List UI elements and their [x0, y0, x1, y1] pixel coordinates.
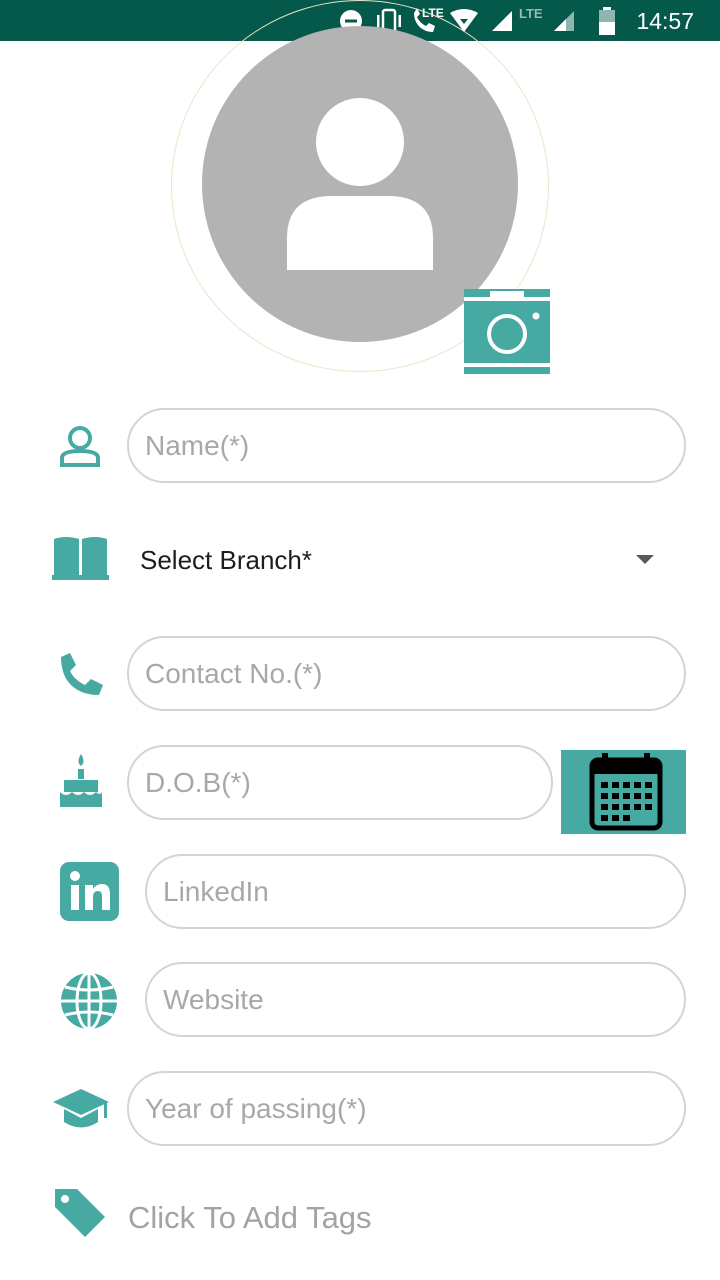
- tag-icon: [55, 1189, 105, 1237]
- branch-select-label: Select Branch*: [140, 545, 312, 575]
- camera-button[interactable]: [464, 289, 550, 374]
- linkedin-input[interactable]: [163, 856, 620, 927]
- website-field[interactable]: [145, 962, 686, 1037]
- add-tags-button[interactable]: Click To Add Tags: [128, 1200, 372, 1236]
- calendar-button[interactable]: [561, 750, 686, 834]
- contact-input[interactable]: [145, 638, 617, 709]
- phone-icon: [61, 653, 103, 695]
- linkedin-field[interactable]: [145, 854, 686, 929]
- chevron-down-icon: [636, 555, 654, 564]
- year-input[interactable]: [145, 1073, 617, 1144]
- battery-icon: [599, 7, 615, 35]
- name-field[interactable]: [127, 408, 686, 483]
- dob-input[interactable]: [145, 747, 504, 818]
- birthday-cake-icon: [60, 754, 102, 807]
- person-icon: [60, 426, 100, 467]
- book-icon: [52, 537, 109, 580]
- calendar-icon: [589, 753, 663, 831]
- globe-icon: [61, 971, 117, 1031]
- website-input[interactable]: [163, 964, 620, 1035]
- signal-icon: [492, 11, 512, 31]
- lte-label-2: LTE: [519, 6, 543, 21]
- contact-field[interactable]: [127, 636, 686, 711]
- graduation-cap-icon: [53, 1089, 109, 1128]
- dob-field[interactable]: [127, 745, 553, 820]
- year-field[interactable]: [127, 1071, 686, 1146]
- signal-icon: [554, 11, 574, 31]
- branch-select[interactable]: Select Branch*: [140, 530, 670, 590]
- linkedin-icon: [60, 862, 119, 921]
- camera-icon: [464, 291, 550, 367]
- clock: 14:57: [636, 8, 694, 34]
- name-input[interactable]: [145, 410, 617, 481]
